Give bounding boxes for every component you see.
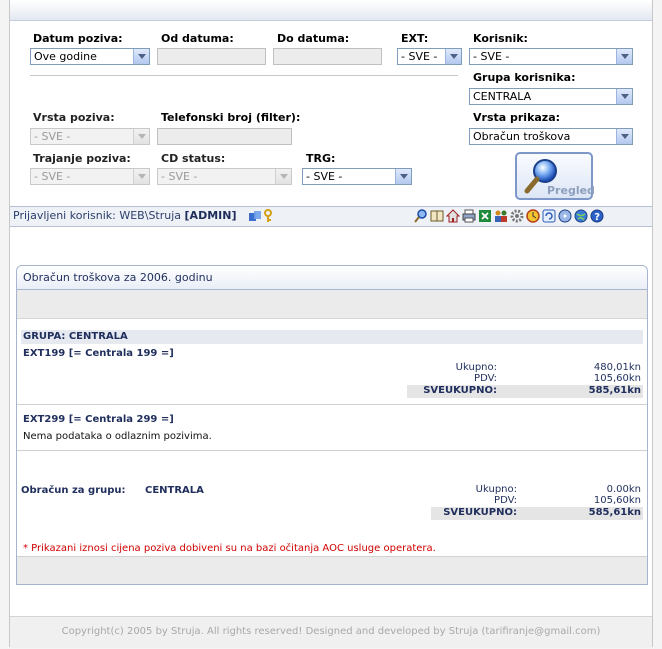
report-header: Obračun troškova za 2006. godinu: [17, 266, 647, 290]
key-icon[interactable]: [263, 209, 277, 223]
summary-ukupno-value: 0.00kn: [606, 484, 641, 495]
report-toolbar-stripe: [17, 290, 647, 319]
users-icon[interactable]: [494, 209, 508, 223]
korisnik-select[interactable]: - SVE -: [469, 48, 633, 65]
divider: [30, 75, 458, 76]
help-icon[interactable]: ?: [590, 209, 604, 223]
cd-status-select[interactable]: - SVE -: [157, 168, 292, 185]
user-role: [ADMIN]: [184, 209, 237, 222]
group-label: GRUPA: CENTRALA: [23, 331, 128, 342]
book-icon[interactable]: [430, 209, 444, 223]
refresh-icon[interactable]: [542, 209, 556, 223]
logged-user-prefix: Prijavljeni korisnik:: [13, 209, 116, 222]
summary-group: CENTRALA: [145, 485, 204, 496]
summary-pdv-value: 105,60kn: [593, 495, 641, 506]
ext-select[interactable]: - SVE -: [397, 48, 462, 65]
vrsta-prikaza-label: Vrsta prikaza:: [473, 111, 561, 124]
report-panel: Obračun troškova za 2006. godinu GRUPA: …: [16, 265, 648, 585]
chevron-down-icon: [616, 129, 632, 144]
ext1-sveukupno-label: SVEUKUPNO:: [423, 385, 497, 396]
report-title: Obračun troškova za 2006. godinu: [23, 271, 213, 284]
chevron-down-icon: [133, 49, 149, 64]
search-icon[interactable]: [414, 209, 428, 223]
korisnik-label: Korisnik:: [473, 32, 528, 45]
summary-sveukupno-value: 585,61kn: [588, 507, 641, 518]
chevron-down-icon: [616, 49, 632, 64]
home-icon[interactable]: [446, 209, 460, 223]
od-datuma-label: Od datuma:: [161, 32, 234, 45]
cd-status-label: CD status:: [161, 152, 226, 165]
summary-pdv-label: PDV:: [494, 495, 517, 506]
pregled-button[interactable]: Pregled: [515, 152, 595, 200]
trg-label: TRG:: [306, 152, 336, 165]
datum-poziva-label: Datum poziva:: [33, 32, 123, 45]
ext1-ukupno-value: 480,01kn: [593, 362, 641, 373]
do-datuma-input[interactable]: [273, 48, 382, 65]
chevron-down-icon: [133, 129, 149, 144]
summary-label: Obračun za grupu:: [21, 485, 126, 496]
ext2-message: Nema podataka o odlaznim pozivima.: [23, 431, 212, 442]
grupa-korisnika-label: Grupa korisnika:: [473, 71, 576, 84]
main-frame: Datum poziva: Ove godine Od datuma: Do d…: [9, 0, 653, 648]
excel-icon[interactable]: [478, 209, 492, 223]
ext1-name: EXT199 [= Centrala 199 =]: [23, 348, 174, 359]
do-datuma-label: Do datuma:: [277, 32, 350, 45]
user-bar: Prijavljeni korisnik: WEB\Struja [ADMIN]…: [10, 206, 652, 227]
chevron-down-icon: [616, 89, 632, 104]
datum-poziva-select[interactable]: Ove godine: [30, 48, 150, 65]
report-footer-stripe: [17, 556, 647, 584]
ext-label: EXT:: [401, 32, 429, 45]
ext1-pdv-value: 105,60kn: [593, 373, 641, 384]
svg-text:?: ?: [594, 212, 600, 223]
top-bar: [10, 0, 652, 21]
telefonski-broj-input[interactable]: [157, 128, 292, 145]
summary-sveukupno-label: SVEUKUPNO:: [443, 507, 517, 518]
trajanje-poziva-select[interactable]: - SVE -: [30, 168, 150, 185]
logged-user-name: WEB\Struja: [119, 209, 182, 222]
vrsta-poziva-label: Vrsta poziva:: [33, 111, 115, 124]
copyright-text: Copyright(c) 2005 by Struja. All rights …: [61, 626, 601, 637]
vrsta-prikaza-select[interactable]: Obračun troškova: [469, 128, 633, 145]
grupa-korisnika-select[interactable]: CENTRALA: [469, 88, 633, 105]
disk-icon[interactable]: [558, 209, 572, 223]
chevron-down-icon: [133, 169, 149, 184]
globe-icon[interactable]: [574, 209, 588, 223]
divider: [17, 450, 647, 451]
ext1-ukupno-label: Ukupno:: [455, 362, 497, 373]
divider: [17, 404, 647, 405]
summary-ukupno-label: Ukupno:: [475, 484, 517, 495]
trajanje-poziva-label: Trajanje poziva:: [33, 152, 131, 165]
aoc-note: * Prikazani iznosi cijena poziva dobiven…: [23, 543, 436, 554]
chevron-down-icon: [395, 169, 411, 184]
ext1-sveukupno-value: 585,61kn: [588, 385, 641, 396]
trg-select[interactable]: - SVE -: [302, 168, 412, 185]
od-datuma-input[interactable]: [157, 48, 266, 65]
ext2-name: EXT299 [= Centrala 299 =]: [23, 414, 174, 425]
chevron-down-icon: [445, 49, 461, 64]
switch-user-icon[interactable]: [248, 209, 262, 223]
chevron-down-icon: [275, 169, 291, 184]
print-icon[interactable]: [462, 209, 476, 223]
vrsta-poziva-select[interactable]: - SVE -: [30, 128, 150, 145]
footer: Copyright(c) 2005 by Struja. All rights …: [10, 616, 652, 648]
gear-icon[interactable]: [510, 209, 524, 223]
group-row: GRUPA: CENTRALA: [21, 330, 643, 344]
clock-icon[interactable]: [526, 209, 540, 223]
ext1-pdv-label: PDV:: [474, 373, 497, 384]
telefonski-broj-label: Telefonski broj (filter):: [161, 111, 301, 124]
